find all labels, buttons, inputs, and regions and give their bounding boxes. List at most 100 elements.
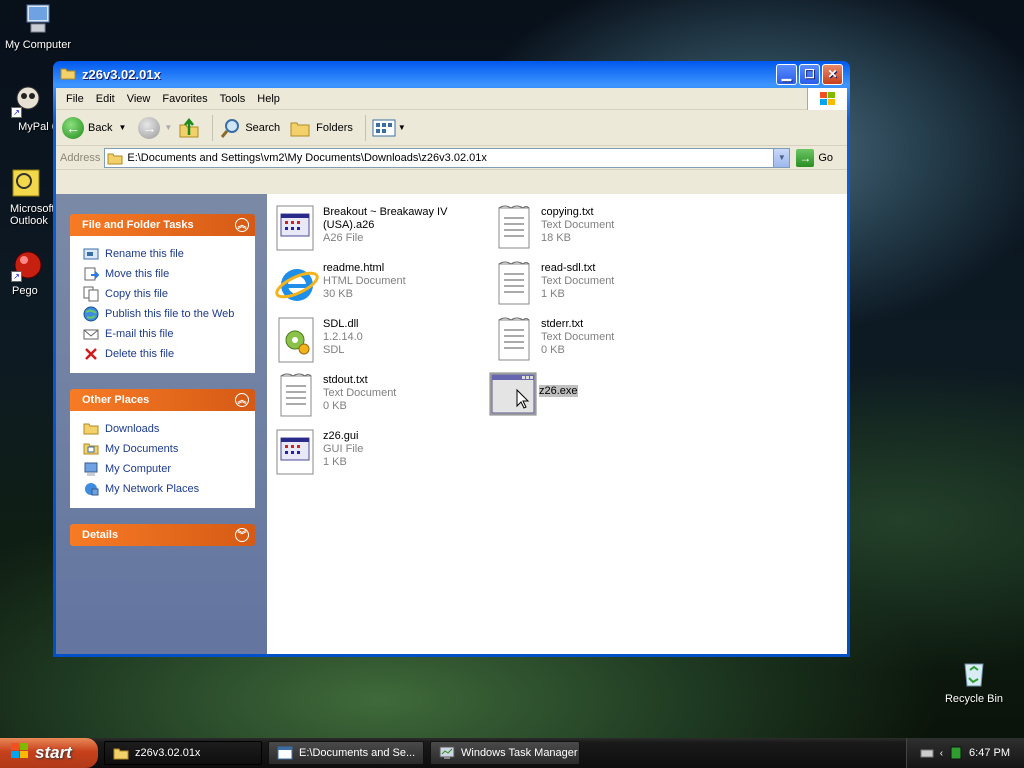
clock[interactable]: 6:47 PM xyxy=(969,747,1010,759)
monitor-status-icon[interactable] xyxy=(949,746,963,760)
search-label: Search xyxy=(245,121,281,134)
file-folder-tasks-header[interactable]: File and Folder Tasks ︽ xyxy=(70,214,255,236)
taskbar: start z26v3.02.01x E:\Documents and Se..… xyxy=(0,738,1024,768)
file-item[interactable]: read-sdl.txt Text Document 1 KB xyxy=(493,260,703,308)
toolbar-separator xyxy=(212,114,214,141)
menu-file[interactable]: File xyxy=(60,93,90,105)
minimize-button[interactable]: ▁ xyxy=(776,64,797,85)
up-folder-button[interactable] xyxy=(178,117,200,139)
file-item[interactable]: readme.html HTML Document 30 KB xyxy=(275,260,485,308)
views-button[interactable]: ▼ xyxy=(372,118,406,138)
address-input[interactable]: E:\Documents and Settings\vm2\My Documen… xyxy=(104,147,791,168)
task-manager-icon xyxy=(439,746,455,759)
exe-file-icon xyxy=(489,372,537,420)
dll-file-icon xyxy=(275,316,319,364)
task-label: Move this file xyxy=(105,268,170,280)
file-item[interactable]: stderr.txt Text Document 0 KB xyxy=(493,316,703,364)
taskbox-title: Details xyxy=(82,529,119,541)
other-places-list: Downloads My Documents My Computer My Ne… xyxy=(70,411,255,508)
collapse-chevron-icon[interactable]: ︽ xyxy=(235,218,249,232)
file-type: Text Document xyxy=(541,219,615,231)
file-type: A26 File xyxy=(323,232,364,244)
file-item[interactable]: copying.txt Text Document 18 KB xyxy=(493,204,703,252)
desktop-icon-pego[interactable]: ↗ Pego xyxy=(0,248,58,297)
file-item[interactable]: Breakout ~ Breakaway IV (USA).a26 A26 Fi… xyxy=(275,204,485,252)
minimize-icon: ▁ xyxy=(781,67,792,81)
desktop-icon-recycle-bin[interactable]: Recycle Bin xyxy=(934,656,1014,705)
explorer-body: File and Folder Tasks ︽ Rename this file… xyxy=(56,194,847,654)
task-rename[interactable]: Rename this file xyxy=(83,244,248,264)
expand-chevron-icon[interactable]: ︾ xyxy=(235,528,249,542)
file-name: SDL.dll xyxy=(323,318,359,330)
search-button[interactable]: Search xyxy=(219,117,280,139)
task-delete[interactable]: Delete this file xyxy=(83,344,248,364)
place-label: Downloads xyxy=(105,423,160,435)
maximize-button[interactable]: ☐ xyxy=(799,64,820,85)
forward-dropdown-icon[interactable]: ▼ xyxy=(164,123,172,132)
task-label: E-mail this file xyxy=(105,328,174,340)
close-button[interactable]: ✕ xyxy=(822,64,843,85)
copy-icon xyxy=(83,286,99,302)
taskbar-button-documents[interactable]: E:\Documents and Se... xyxy=(268,741,424,765)
menu-edit[interactable]: Edit xyxy=(90,93,121,105)
pego-icon: ↗ xyxy=(11,248,45,282)
file-item[interactable]: z26.gui GUI File 1 KB xyxy=(275,428,485,476)
file-name: readme.html xyxy=(323,262,385,274)
folder-icon xyxy=(83,423,99,435)
task-publish[interactable]: Publish this file to the Web xyxy=(83,304,248,324)
place-label: My Documents xyxy=(105,443,179,455)
title-bar[interactable]: z26v3.02.01x ▁ ☐ ✕ xyxy=(56,61,847,88)
taskbar-button-task-manager[interactable]: Windows Task Manager xyxy=(430,741,580,765)
taskbar-button-explorer[interactable]: z26v3.02.01x xyxy=(104,741,262,765)
task-copy[interactable]: Copy this file xyxy=(83,284,248,304)
place-label: My Computer xyxy=(105,463,172,475)
file-item[interactable]: SDL.dll 1.2.14.0 SDL xyxy=(275,316,485,364)
folders-button[interactable]: Folders xyxy=(290,118,353,138)
task-move[interactable]: Move this file xyxy=(83,264,248,284)
tray-expand-icon[interactable]: ‹ xyxy=(940,748,943,759)
start-button[interactable]: start xyxy=(0,738,98,768)
place-my-computer[interactable]: My Computer xyxy=(83,459,248,479)
file-description: SDL xyxy=(323,344,345,356)
taskbox-title: File and Folder Tasks xyxy=(82,219,194,231)
menu-help[interactable]: Help xyxy=(251,93,286,105)
other-places-header[interactable]: Other Places ︽ xyxy=(70,389,255,411)
place-downloads[interactable]: Downloads xyxy=(83,419,248,439)
file-name: z26.exe xyxy=(539,385,578,398)
place-my-network[interactable]: My Network Places xyxy=(83,479,248,499)
taskbox-title: Other Places xyxy=(82,394,150,406)
delete-icon xyxy=(85,348,97,360)
back-button[interactable]: ← Back ▼ xyxy=(62,116,126,139)
task-email[interactable]: E-mail this file xyxy=(83,324,248,344)
file-type: Text Document xyxy=(541,331,615,343)
keyboard-icon[interactable] xyxy=(920,746,934,760)
file-size: 30 KB xyxy=(323,288,353,300)
file-item-selected[interactable]: z26.exe xyxy=(489,372,699,420)
details-box: Details ︾ xyxy=(70,524,255,546)
task-pane: File and Folder Tasks ︽ Rename this file… xyxy=(56,194,267,654)
file-type: GUI File xyxy=(323,443,364,455)
collapse-chevron-icon[interactable]: ︽ xyxy=(235,393,249,407)
desktop-icon-mypal[interactable]: ↗ MyPal 6 xyxy=(0,84,58,133)
toolbar: ← Back ▼ → ▼ Search Folders ▼ xyxy=(56,110,847,146)
taskbar-button-label: Windows Task Manager xyxy=(461,747,578,759)
desktop-icon-outlook[interactable]: Microsoft Outlook xyxy=(0,166,56,229)
forward-button[interactable]: → ▼ xyxy=(138,116,172,139)
menu-bar: File Edit View Favorites Tools Help xyxy=(56,87,847,110)
file-item[interactable]: stdout.txt Text Document 0 KB xyxy=(275,372,485,420)
window-title: z26v3.02.01x xyxy=(82,67,161,82)
address-dropdown-button[interactable]: ▼ xyxy=(773,148,790,167)
menu-view[interactable]: View xyxy=(121,93,157,105)
menu-tools[interactable]: Tools xyxy=(214,93,252,105)
go-label: Go xyxy=(818,151,833,164)
desktop-icon-my-computer[interactable]: My Computer xyxy=(0,2,78,51)
menu-favorites[interactable]: Favorites xyxy=(156,93,213,105)
address-bar: Address E:\Documents and Settings\vm2\My… xyxy=(56,146,847,170)
chevron-down-icon: ▼ xyxy=(777,153,786,162)
back-dropdown-icon[interactable]: ▼ xyxy=(118,123,126,132)
details-header[interactable]: Details ︾ xyxy=(70,524,255,546)
maximize-icon: ☐ xyxy=(804,67,815,81)
go-button[interactable]: → Go xyxy=(796,148,833,167)
place-my-documents[interactable]: My Documents xyxy=(83,439,248,459)
search-icon xyxy=(221,118,240,138)
